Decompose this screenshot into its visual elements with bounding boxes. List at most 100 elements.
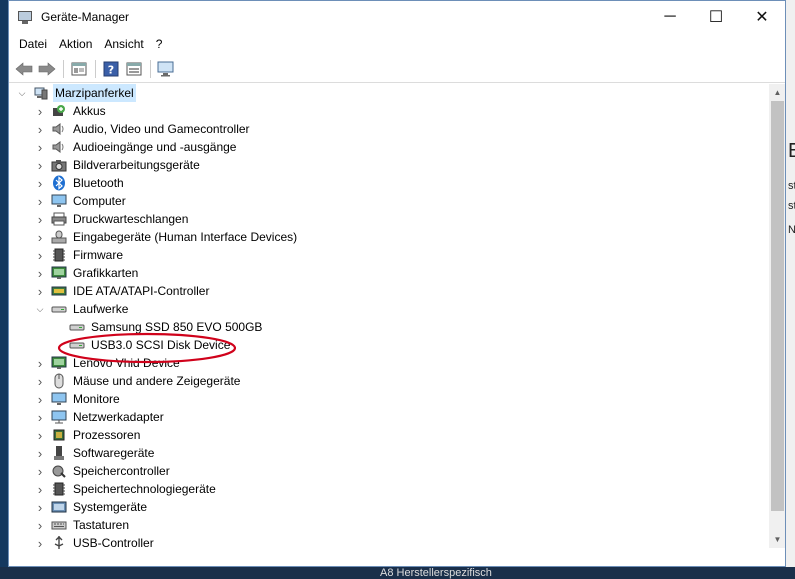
minimize-button[interactable]: ─ (647, 1, 693, 33)
expand-chevron-icon[interactable]: › (35, 158, 45, 173)
tree-drive-item[interactable]: USB3.0 SCSI Disk Device (9, 336, 769, 354)
tree-category-lenovo-vhid[interactable]: › Lenovo Vhid Device (9, 354, 769, 372)
tree-item-label: Grafikkarten (73, 266, 139, 280)
tree-category-graphics[interactable]: › Grafikkarten (9, 264, 769, 282)
tree-item-label: Netzwerkadapter (73, 410, 164, 424)
expand-chevron-icon[interactable]: › (35, 518, 45, 533)
expand-chevron-icon[interactable]: › (35, 122, 45, 137)
monitor-scan-icon[interactable] (155, 58, 177, 80)
tree-category-usb[interactable]: › USB-Controller (9, 534, 769, 552)
battery-icon (51, 103, 67, 119)
expand-chevron-icon[interactable]: › (35, 194, 45, 209)
expand-chevron-icon[interactable]: › (35, 248, 45, 263)
chip-icon (51, 481, 67, 497)
menu-aktion[interactable]: Aktion (53, 33, 98, 55)
expand-chevron-icon[interactable]: › (35, 284, 45, 299)
tree-category-system[interactable]: › Systemgeräte (9, 498, 769, 516)
display-icon (51, 355, 67, 371)
tree-category-drives[interactable]: ⌵ Laufwerke (9, 300, 769, 318)
expand-chevron-icon[interactable]: › (35, 356, 45, 371)
tree-category-hid[interactable]: › Eingabegeräte (Human Interface Devices) (9, 228, 769, 246)
expand-chevron-icon[interactable]: › (35, 104, 45, 119)
device-tree-view[interactable]: ⌵ Marzipanferkel › Akkus › Audio, Video und G… (9, 84, 785, 566)
expand-chevron-icon[interactable]: › (35, 374, 45, 389)
expand-chevron-icon[interactable]: › (35, 140, 45, 155)
disk-icon (69, 319, 85, 335)
device-manager-icon (17, 9, 33, 25)
expand-chevron-icon[interactable]: › (35, 410, 45, 425)
tree-item-label: Druckwarteschlangen (73, 212, 189, 226)
tree-item-label: Laufwerke (73, 302, 129, 316)
forward-arrow-icon[interactable] (36, 58, 58, 80)
ide-icon (51, 283, 67, 299)
properties-icon[interactable] (68, 58, 90, 80)
tree-category-ide[interactable]: › IDE ATA/ATAPI-Controller (9, 282, 769, 300)
tree-category-bluetooth[interactable]: › Bluetooth (9, 174, 769, 192)
svg-text:?: ? (108, 63, 114, 76)
cpu-icon (51, 427, 67, 443)
tree-category-print-queue[interactable]: › Druckwarteschlangen (9, 210, 769, 228)
collapse-chevron-icon[interactable]: ⌵ (35, 304, 45, 314)
expand-chevron-icon[interactable]: › (35, 464, 45, 479)
expand-chevron-icon[interactable]: › (35, 266, 45, 281)
tree-category-firmware[interactable]: › Firmware (9, 246, 769, 264)
storage-icon (51, 463, 67, 479)
tree-item-label: Eingabegeräte (Human Interface Devices) (73, 230, 298, 244)
tree-category-network[interactable]: › Netzwerkadapter (9, 408, 769, 426)
tree-item-label: Lenovo Vhid Device (73, 356, 180, 370)
tree-category-monitors[interactable]: › Monitore (9, 390, 769, 408)
device-manager-window: Geräte-Manager ─ ☐ ✕ Datei Aktion Ansich… (8, 0, 786, 567)
menu-help[interactable]: ? (150, 33, 169, 55)
tree-item-label: Monitore (73, 392, 120, 406)
tree-category-processors[interactable]: › Prozessoren (9, 426, 769, 444)
expand-chevron-icon[interactable]: › (35, 392, 45, 407)
tree-category-imaging[interactable]: › Bildverarbeitungsgeräte (9, 156, 769, 174)
title-bar[interactable]: Geräte-Manager ─ ☐ ✕ (9, 1, 785, 33)
tree-category-storage-controller[interactable]: › Speichercontroller (9, 462, 769, 480)
tree-category-audio-io[interactable]: › Audioeingänge und -ausgänge (9, 138, 769, 156)
network-icon (51, 409, 67, 425)
tree-item-label: Systemgeräte (73, 500, 148, 514)
tree-category-storage-tech[interactable]: › Speichertechnologiegeräte (9, 480, 769, 498)
vertical-scrollbar[interactable]: ▲ ▼ (769, 84, 785, 548)
tree-root[interactable]: ⌵ Marzipanferkel (9, 84, 769, 102)
keyboard-icon (51, 517, 67, 533)
tree-category-software[interactable]: › Softwaregeräte (9, 444, 769, 462)
background-text: st (788, 200, 795, 212)
tree-item-label: Computer (73, 194, 126, 208)
expand-chevron-icon[interactable]: › (35, 446, 45, 461)
expand-chevron-icon[interactable]: › (35, 230, 45, 245)
tree-item-label: Bluetooth (73, 176, 124, 190)
device-view-icon[interactable] (123, 58, 145, 80)
tree-category-computer[interactable]: › Computer (9, 192, 769, 210)
menu-ansicht[interactable]: Ansicht (98, 33, 149, 55)
scroll-down-icon[interactable]: ▼ (769, 531, 785, 548)
expand-chevron-icon[interactable]: › (35, 428, 45, 443)
disk-icon (51, 301, 67, 317)
expand-chevron-icon[interactable]: › (35, 536, 45, 551)
tree-drive-item[interactable]: Samsung SSD 850 EVO 500GB (9, 318, 769, 336)
scrollbar-thumb[interactable] (771, 101, 784, 511)
collapse-chevron-icon[interactable]: ⌵ (17, 88, 27, 98)
expand-chevron-icon[interactable]: › (35, 212, 45, 227)
help-icon[interactable]: ? (100, 58, 122, 80)
root-icon (33, 85, 49, 101)
expand-chevron-icon[interactable]: › (35, 500, 45, 515)
expand-chevron-icon[interactable]: › (35, 176, 45, 191)
tree-category-keyboards[interactable]: › Tastaturen (9, 516, 769, 534)
menu-datei[interactable]: Datei (13, 33, 53, 55)
back-arrow-icon[interactable] (13, 58, 35, 80)
expand-chevron-icon[interactable]: › (35, 482, 45, 497)
tree-category-audio-video[interactable]: › Audio, Video und Gamecontroller (9, 120, 769, 138)
maximize-button[interactable]: ☐ (693, 1, 739, 33)
tree-category-akkus[interactable]: › Akkus (9, 102, 769, 120)
close-button[interactable]: ✕ (739, 1, 785, 33)
tree-category-mice[interactable]: › Mäuse und andere Zeigegeräte (9, 372, 769, 390)
device-tree: ⌵ Marzipanferkel › Akkus › Audio, Video und G… (9, 84, 769, 552)
tree-item-label: Speichertechnologiegeräte (73, 482, 216, 496)
tree-item-label: Audio, Video und Gamecontroller (73, 122, 250, 136)
scroll-up-icon[interactable]: ▲ (769, 84, 785, 101)
software-icon (51, 445, 67, 461)
